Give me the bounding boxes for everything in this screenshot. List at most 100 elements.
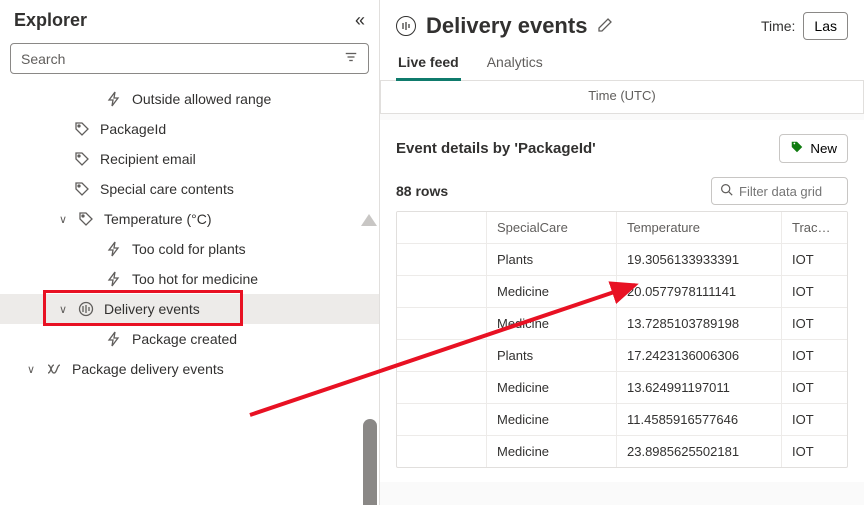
tree-item-recipient-email[interactable]: Recipient email <box>0 144 379 174</box>
tab-analytics[interactable]: Analytics <box>485 46 545 80</box>
tree-item-label: Temperature (°C) <box>104 211 212 227</box>
search-input[interactable] <box>21 51 336 67</box>
cell: Medicine <box>487 404 617 435</box>
page-title: Delivery events <box>426 13 587 39</box>
cell: 23.8985625502181 <box>617 436 782 467</box>
cell: IOT <box>782 372 847 403</box>
event-icon <box>78 301 96 317</box>
explorer-panel: Explorer « Outside allowed range PackageI… <box>0 0 380 505</box>
table-row[interactable]: Medicine23.8985625502181IOT <box>397 436 847 467</box>
tree-item-delivery-events[interactable]: ∨ Delivery events <box>0 294 379 324</box>
cell: 13.624991197011 <box>617 372 782 403</box>
flow-icon <box>46 361 64 377</box>
column-header-tracking[interactable]: Tracking <box>782 212 847 243</box>
rows-count: 88 rows <box>396 183 448 199</box>
cell: 11.4585916577646 <box>617 404 782 435</box>
collapse-explorer-button[interactable]: « <box>355 10 365 31</box>
tree-item-label: Package created <box>132 331 237 347</box>
table-row[interactable]: Medicine13.624991197011IOT <box>397 372 847 404</box>
column-header-lead[interactable] <box>397 212 487 243</box>
tree-item-outside-allowed-range[interactable]: Outside allowed range <box>0 84 379 114</box>
cell <box>397 276 487 307</box>
cell: Medicine <box>487 436 617 467</box>
time-range-button[interactable]: Las <box>803 12 848 40</box>
event-icon <box>396 16 416 36</box>
tree-item-package-created[interactable]: Package created <box>0 324 379 354</box>
scroll-up-indicator <box>361 214 377 226</box>
table-row[interactable]: Medicine11.4585916577646IOT <box>397 404 847 436</box>
grid-filter-box[interactable] <box>711 177 848 205</box>
cell <box>397 436 487 467</box>
tag-icon <box>790 140 804 157</box>
cell <box>397 244 487 275</box>
cell: 19.3056133933391 <box>617 244 782 275</box>
tree-item-label: Package delivery events <box>72 361 224 377</box>
tree-item-label: Outside allowed range <box>132 91 271 107</box>
explorer-title: Explorer <box>14 10 87 31</box>
tree-item-label: Too cold for plants <box>132 241 246 257</box>
main-panel: Delivery events Time: Las Live feed Analy… <box>380 0 864 505</box>
cell <box>397 308 487 339</box>
bolt-icon <box>106 271 124 287</box>
data-grid[interactable]: SpecialCareTemperatureTrackingPlants19.3… <box>396 211 848 468</box>
cell: Medicine <box>487 372 617 403</box>
search-icon <box>720 183 733 199</box>
tree-item-too-hot-for-medicine[interactable]: Too hot for medicine <box>0 264 379 294</box>
tree-item-temperature-c-[interactable]: ∨ Temperature (°C) <box>0 204 379 234</box>
tag-icon <box>74 121 92 137</box>
chevron-down-icon[interactable]: ∨ <box>24 363 38 376</box>
tree-item-label: Special care contents <box>100 181 234 197</box>
cell: IOT <box>782 404 847 435</box>
chart-area: Time (UTC) <box>380 81 864 114</box>
edit-title-button[interactable] <box>597 17 613 36</box>
column-header-temperature[interactable]: Temperature <box>617 212 782 243</box>
tree-item-label: PackageId <box>100 121 166 137</box>
column-header-specialcare[interactable]: SpecialCare <box>487 212 617 243</box>
grid-filter-input[interactable] <box>739 184 839 199</box>
search-box[interactable] <box>10 43 369 74</box>
tree-item-special-care-contents[interactable]: Special care contents <box>0 174 379 204</box>
cell: Plants <box>487 244 617 275</box>
time-label: Time: <box>761 18 795 34</box>
chevron-down-icon[interactable]: ∨ <box>56 303 70 316</box>
tree-item-too-cold-for-plants[interactable]: Too cold for plants <box>0 234 379 264</box>
tag-icon <box>78 211 96 227</box>
cell <box>397 404 487 435</box>
cell: Medicine <box>487 308 617 339</box>
explorer-tree[interactable]: Outside allowed range PackageId Recipient … <box>0 84 379 505</box>
cell <box>397 372 487 403</box>
cell <box>397 340 487 371</box>
cell: IOT <box>782 244 847 275</box>
scrollbar-thumb[interactable] <box>363 419 377 505</box>
filter-icon[interactable] <box>344 50 358 67</box>
table-row[interactable]: Plants17.2423136006306IOT <box>397 340 847 372</box>
grid-header-row: SpecialCareTemperatureTracking <box>397 212 847 244</box>
table-row[interactable]: Medicine13.7285103789198IOT <box>397 308 847 340</box>
cell: IOT <box>782 340 847 371</box>
tag-icon <box>74 181 92 197</box>
new-button[interactable]: New <box>779 134 848 163</box>
tab-live-feed[interactable]: Live feed <box>396 46 461 80</box>
cell: 20.0577978111141 <box>617 276 782 307</box>
cell: 17.2423136006306 <box>617 340 782 371</box>
new-button-label: New <box>810 141 837 156</box>
tree-item-label: Delivery events <box>104 301 200 317</box>
cell: Medicine <box>487 276 617 307</box>
bolt-icon <box>106 331 124 347</box>
cell: IOT <box>782 308 847 339</box>
tree-item-packageid[interactable]: PackageId <box>0 114 379 144</box>
tree-item-label: Too hot for medicine <box>132 271 258 287</box>
tag-icon <box>74 151 92 167</box>
table-row[interactable]: Plants19.3056133933391IOT <box>397 244 847 276</box>
chart-time-axis-label: Time (UTC) <box>588 88 655 103</box>
table-row[interactable]: Medicine20.0577978111141IOT <box>397 276 847 308</box>
bolt-icon <box>106 91 124 107</box>
cell: 13.7285103789198 <box>617 308 782 339</box>
tree-item-package-delivery-events[interactable]: ∨ Package delivery events <box>0 354 379 384</box>
bolt-icon <box>106 241 124 257</box>
cell: IOT <box>782 436 847 467</box>
tabs: Live feed Analytics <box>380 46 864 81</box>
cell: IOT <box>782 276 847 307</box>
chevron-down-icon[interactable]: ∨ <box>56 213 70 226</box>
details-title: Event details by 'PackageId' <box>396 140 596 157</box>
